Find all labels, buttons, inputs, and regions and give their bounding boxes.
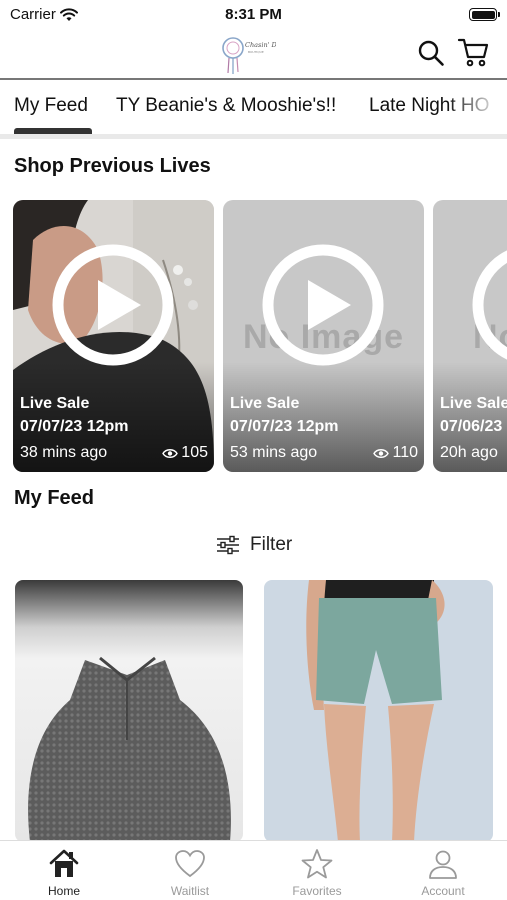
cart-icon[interactable] [457, 36, 489, 68]
play-icon[interactable] [261, 243, 385, 367]
battery-icon [469, 8, 500, 21]
live-card[interactable]: No Image Live Sale 07/07/23 12pm 53 mins… [223, 200, 424, 472]
live-time-ago: 20h ago [440, 444, 498, 461]
filter-label: Filter [250, 534, 293, 555]
person-icon [429, 850, 457, 879]
live-card[interactable]: No Image Live Sale 07/06/23 20h ago [433, 200, 507, 472]
section-title-previous-lives: Shop Previous Lives [14, 155, 211, 177]
nav-label-home: Home [47, 884, 80, 898]
view-count: 110 [373, 444, 418, 462]
play-icon[interactable] [51, 243, 175, 367]
section-title-my-feed: My Feed [14, 487, 95, 509]
view-count: 105 [162, 444, 208, 462]
view-count-value: 110 [392, 444, 418, 461]
live-time-ago: 38 mins ago [20, 444, 108, 461]
view-count-value: 105 [181, 444, 208, 461]
live-date: 07/07/23 12pm [20, 418, 129, 435]
live-title: Live Sale [440, 395, 507, 412]
tab-ty-beanies[interactable]: TY Beanie's & Mooshie's!! [116, 95, 336, 117]
live-time-ago: 53 mins ago [230, 444, 318, 461]
star-icon [301, 849, 333, 879]
svg-text:BOUTIQUE: BOUTIQUE [248, 50, 264, 54]
app-header: Chasin' Dreams BOUTIQUE [0, 30, 507, 78]
filter-button[interactable]: Filter [216, 534, 292, 556]
product-image [264, 580, 493, 842]
svg-text:Chasin' Dreams: Chasin' Dreams [245, 41, 276, 49]
product-card[interactable] [264, 580, 493, 842]
nav-account[interactable]: Account [383, 847, 503, 898]
heart-icon [175, 850, 205, 878]
product-card[interactable] [15, 580, 243, 842]
eye-icon [162, 448, 179, 458]
nav-label-waitlist: Waitlist [170, 884, 210, 898]
nav-favorites[interactable]: Favorites [257, 847, 377, 898]
home-icon [49, 849, 79, 877]
brand-logo[interactable]: Chasin' Dreams BOUTIQUE [216, 33, 276, 75]
tabs-fade [447, 80, 507, 134]
bottom-nav: Home Waitlist Favorites Account [0, 840, 507, 900]
product-image [15, 580, 243, 842]
nav-home[interactable]: Home [4, 847, 124, 898]
nav-label-account: Account [421, 884, 465, 898]
nav-label-favorites: Favorites [292, 884, 342, 898]
play-icon[interactable] [471, 243, 507, 367]
clock: 8:31 PM [225, 6, 282, 23]
live-card[interactable]: Live Sale 07/07/23 12pm 38 mins ago 105 [13, 200, 214, 472]
tabs-divider [0, 134, 507, 139]
nav-waitlist[interactable]: Waitlist [130, 847, 250, 898]
live-title: Live Sale [230, 395, 300, 412]
search-icon[interactable] [417, 39, 445, 67]
eye-icon [373, 448, 390, 458]
tab-my-feed[interactable]: My Feed [14, 95, 88, 117]
live-title: Live Sale [20, 395, 90, 412]
live-date: 07/06/23 [440, 418, 503, 435]
sliders-icon [217, 535, 239, 555]
live-date: 07/07/23 12pm [230, 418, 339, 435]
status-bar: Carrier 8:31 PM [0, 0, 507, 30]
